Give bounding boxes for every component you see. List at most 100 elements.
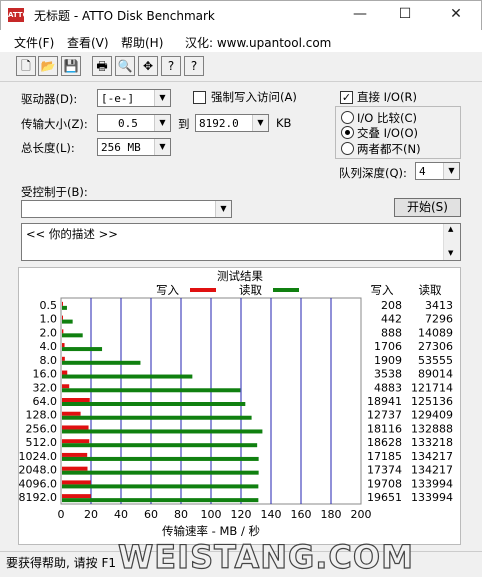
status-help-text: 要获得帮助, 请按 F1: [6, 556, 116, 570]
chevron-down-icon: ▼: [154, 139, 170, 155]
total-length-value: 256 MB: [101, 141, 141, 154]
read-bar: [62, 443, 258, 448]
write-bar: [62, 370, 68, 375]
x-tick-label: 160: [291, 508, 312, 521]
context-help-icon[interactable]: ?: [184, 56, 204, 76]
y-tick-label: 8192.0: [19, 491, 57, 504]
results-chart: 测试结果写入 读取 写入 读取 0 20 40 60 80 100 120 140 160 180 200 传…: [19, 269, 453, 538]
description-scrollbar[interactable]: ▲ ▼: [443, 224, 460, 260]
queue-depth-select[interactable]: 4 ▼: [415, 162, 460, 180]
write-value: 888: [381, 326, 402, 339]
y-tick-label: 2048.0: [19, 464, 57, 477]
read-bar: [62, 360, 141, 365]
scroll-up-icon[interactable]: ▲: [448, 225, 453, 233]
write-bar: [62, 343, 65, 348]
transfer-size-label: 传输大小(Z):: [21, 117, 88, 131]
kb-label: KB: [276, 116, 292, 130]
x-tick-label: 80: [174, 508, 188, 521]
write-bar: [62, 356, 65, 361]
transfer-from-value: 0.5: [118, 117, 138, 130]
read-value: 134217: [411, 450, 453, 463]
minimize-button[interactable]: —: [338, 0, 382, 30]
write-bar: [62, 466, 88, 471]
x-tick-label: 20: [84, 508, 98, 521]
x-tick-label: 40: [114, 508, 128, 521]
chevron-down-icon: ▼: [443, 163, 459, 179]
app-icon: ATTO: [8, 8, 29, 22]
read-bar: [62, 388, 241, 393]
write-value: 3538: [374, 368, 402, 381]
help-icon[interactable]: ?: [161, 56, 181, 76]
y-tick-label: 1.0: [40, 313, 58, 326]
read-bar: [62, 374, 193, 379]
chart-title: 测试结果: [217, 269, 263, 283]
x-axis-label: 传输速率 - MB / 秒: [162, 524, 260, 538]
new-icon[interactable]: 🗋: [16, 56, 36, 76]
read-value: 133994: [411, 477, 453, 490]
description-text: << 你的描述 >>: [26, 227, 118, 241]
write-bar: [62, 439, 90, 444]
neither-label: 两者都不(N): [357, 142, 421, 156]
write-bar: [62, 425, 89, 430]
y-tick-label: 1024.0: [19, 450, 57, 463]
write-value: 4883: [374, 381, 402, 394]
read-bar: [62, 484, 259, 489]
drive-label: 驱动器(D):: [21, 92, 78, 106]
chevron-down-icon: ▼: [215, 201, 231, 217]
io-compare-label: I/O 比较(C): [357, 111, 417, 125]
write-bar: [62, 494, 91, 499]
controlled-by-select[interactable]: ▼: [21, 200, 232, 218]
y-tick-label: 4096.0: [19, 477, 57, 490]
read-value: 3413: [425, 299, 453, 312]
overlapped-io-radio[interactable]: [341, 126, 354, 139]
maximize-button[interactable]: ☐: [383, 0, 427, 30]
read-value: 125136: [411, 395, 453, 408]
transfer-from-select[interactable]: 0.5 ▼: [97, 114, 171, 132]
print-preview-icon[interactable]: 🔍: [115, 56, 135, 76]
open-icon[interactable]: 📂: [38, 56, 58, 76]
total-length-select[interactable]: 256 MB ▼: [97, 138, 171, 156]
neither-radio[interactable]: [341, 142, 354, 155]
results-chart-panel: 测试结果 写入 读取 写入 读取 0 20 40 60 80 100 120 140 160 180 200 传…: [18, 267, 461, 545]
menu-localize[interactable]: 汉化: www.upantool.com: [185, 34, 331, 51]
write-value: 1706: [374, 340, 402, 353]
y-tick-label: 32.0: [33, 381, 58, 394]
menu-help[interactable]: 帮助(H): [121, 34, 163, 51]
save-icon[interactable]: 💾: [61, 56, 81, 76]
chevron-down-icon: ▼: [154, 90, 170, 106]
y-tick-label: 64.0: [33, 395, 58, 408]
write-value: 1909: [374, 354, 402, 367]
print-icon[interactable]: 🖶: [92, 56, 112, 76]
y-tick-label: 8.0: [40, 354, 58, 367]
transfer-to-value: 8192.0: [199, 117, 239, 130]
write-column-header: 写入: [371, 283, 394, 297]
read-column-header: 读取: [419, 283, 442, 297]
menu-view[interactable]: 查看(V): [67, 34, 109, 51]
read-value: 7296: [425, 313, 453, 326]
read-value: 134217: [411, 464, 453, 477]
y-tick-label: 16.0: [33, 368, 58, 381]
menu-file[interactable]: 文件(F): [14, 34, 54, 51]
write-bar: [62, 480, 91, 485]
x-tick-label: 100: [201, 508, 222, 521]
force-write-checkbox[interactable]: [193, 91, 206, 104]
write-value: 18941: [367, 395, 402, 408]
description-field[interactable]: << 你的描述 >> ▲ ▼: [21, 223, 461, 261]
to-label: 到: [178, 117, 190, 131]
direct-io-label: 直接 I/O(R): [357, 90, 417, 104]
read-bar: [62, 333, 83, 338]
drive-select[interactable]: [-e-] ▼: [97, 89, 171, 107]
move-icon[interactable]: ✥: [138, 56, 158, 76]
start-button[interactable]: 开始(S): [394, 198, 461, 217]
io-compare-radio[interactable]: [341, 111, 354, 124]
scroll-down-icon[interactable]: ▼: [448, 249, 453, 257]
overlapped-io-label: 交叠 I/O(O): [357, 126, 418, 140]
y-tick-label: 4.0: [40, 340, 58, 353]
transfer-to-select[interactable]: 8192.0 ▼: [195, 114, 269, 132]
drive-value: [-e-]: [101, 92, 135, 105]
direct-io-checkbox[interactable]: ✓: [340, 91, 353, 104]
read-bar: [62, 429, 263, 434]
x-tick-label: 180: [321, 508, 342, 521]
close-button[interactable]: ✕: [434, 0, 478, 30]
write-value: 208: [381, 299, 402, 312]
